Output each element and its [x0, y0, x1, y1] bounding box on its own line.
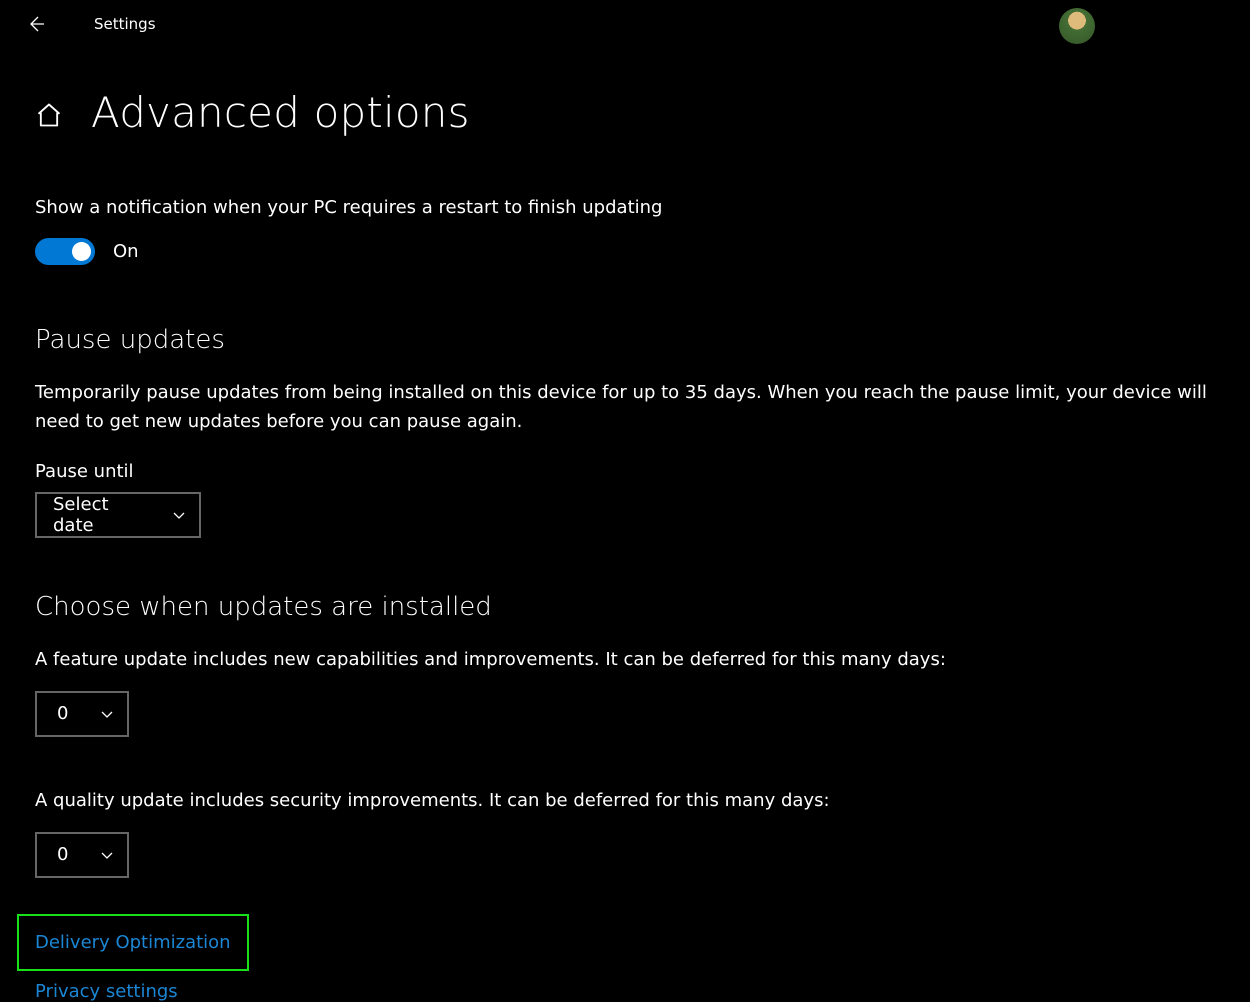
- pause-updates-heading: Pause updates: [35, 325, 1215, 355]
- user-avatar[interactable]: [1059, 8, 1095, 44]
- chevron-down-icon: [99, 706, 115, 722]
- page-header: Advanced options: [35, 88, 1215, 137]
- titlebar: Settings: [0, 0, 1250, 48]
- notification-toggle-row: On: [35, 238, 1215, 265]
- schedule-heading: Choose when updates are installed: [35, 592, 1215, 622]
- notification-toggle-label: Show a notification when your PC require…: [35, 195, 1215, 220]
- arrow-left-icon: [26, 14, 46, 34]
- notification-toggle[interactable]: [35, 238, 95, 265]
- delivery-optimization-highlight: Delivery Optimization: [17, 914, 249, 971]
- app-title: Settings: [94, 15, 156, 33]
- pause-updates-description: Temporarily pause updates from being ins…: [35, 379, 1215, 437]
- home-icon: [35, 101, 63, 129]
- pause-until-dropdown[interactable]: Select date: [35, 492, 201, 538]
- chevron-down-icon: [171, 507, 187, 523]
- toggle-knob: [72, 242, 91, 261]
- pause-until-value: Select date: [53, 494, 153, 536]
- feature-update-days-dropdown[interactable]: 0: [35, 691, 129, 737]
- links-block: Delivery Optimization Privacy settings: [35, 914, 1215, 1002]
- feature-update-text: A feature update includes new capabiliti…: [35, 646, 1215, 673]
- chevron-down-icon: [99, 847, 115, 863]
- home-button[interactable]: [35, 97, 63, 129]
- notification-toggle-state: On: [113, 241, 139, 262]
- back-button[interactable]: [16, 4, 56, 44]
- privacy-settings-link[interactable]: Privacy settings: [35, 981, 178, 1002]
- quality-update-text: A quality update includes security impro…: [35, 787, 1215, 814]
- quality-update-days-dropdown[interactable]: 0: [35, 832, 129, 878]
- feature-update-days-value: 0: [57, 703, 68, 724]
- content-area: Advanced options Show a notification whe…: [0, 48, 1250, 1002]
- page-title: Advanced options: [91, 88, 470, 137]
- quality-update-days-value: 0: [57, 844, 68, 865]
- pause-until-label: Pause until: [35, 461, 1215, 482]
- delivery-optimization-link[interactable]: Delivery Optimization: [35, 932, 231, 953]
